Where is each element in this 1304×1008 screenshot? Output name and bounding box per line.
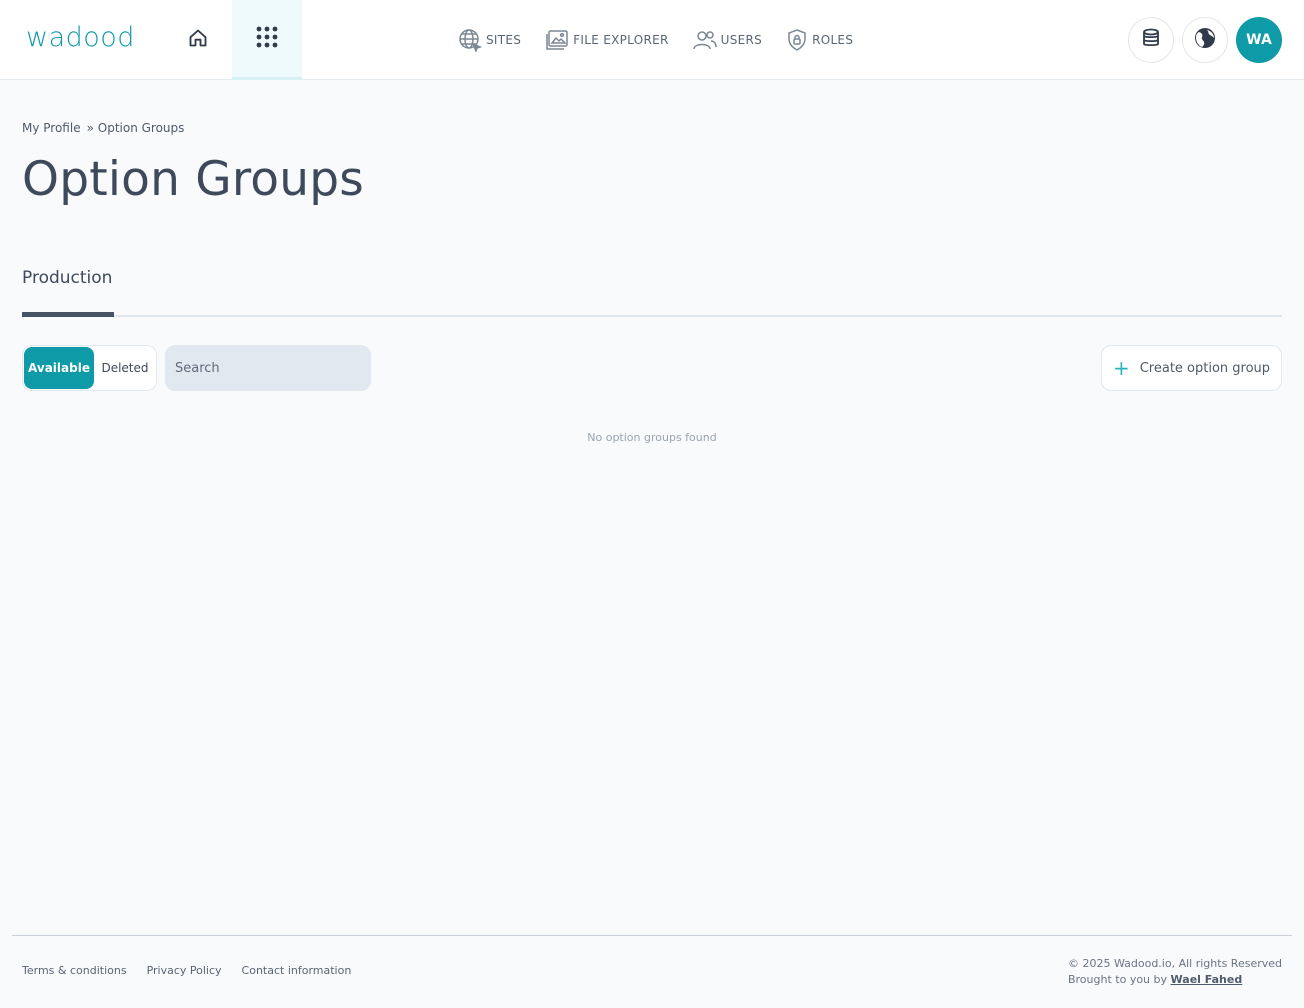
breadcrumb-option-groups[interactable]: » Option Groups	[87, 121, 185, 135]
apps-grid-button[interactable]	[232, 0, 302, 80]
home-icon	[188, 28, 208, 52]
database-button[interactable]	[1128, 17, 1174, 63]
nav-file-explorer[interactable]: FILE EXPLORER	[545, 29, 668, 51]
nav-users-label: USERS	[720, 33, 763, 47]
plus-icon: +	[1112, 356, 1130, 380]
tabs-bar: Production	[22, 264, 1282, 317]
breadcrumb: My Profile » Option Groups	[22, 121, 184, 135]
home-button[interactable]	[180, 22, 216, 58]
grid-dots-icon	[256, 26, 278, 52]
nav-file-explorer-label: FILE EXPLORER	[573, 33, 669, 47]
globe-icon	[458, 28, 482, 52]
footer-link-privacy[interactable]: Privacy Policy	[147, 964, 222, 977]
footer-link-contact[interactable]: Contact information	[242, 964, 352, 977]
footer-divider	[12, 935, 1292, 936]
users-icon	[692, 29, 717, 51]
nav-roles-label: ROLES	[812, 33, 854, 47]
footer-brought-by: Brought to you by Wael Fahed	[1068, 972, 1282, 988]
footer-links: Terms & conditions Privacy Policy Contac…	[22, 964, 351, 977]
shield-lock-icon	[786, 29, 808, 51]
status-toggle-group: Available Deleted	[22, 345, 157, 391]
language-button[interactable]	[1182, 17, 1228, 63]
breadcrumb-my-profile[interactable]: My Profile	[22, 121, 81, 135]
create-option-group-label: Create option group	[1139, 360, 1271, 376]
page-title: Option Groups	[22, 152, 364, 207]
wadood-logo[interactable]: wadood	[26, 22, 135, 53]
nav-roles[interactable]: ROLES	[786, 29, 853, 51]
footer-brought-prefix: Brought to you by	[1067, 973, 1168, 986]
available-toggle[interactable]: Available	[24, 347, 94, 389]
world-globe-icon	[1194, 27, 1216, 53]
footer-copyright: © 2025 Wadood.io, All rights Reserved	[1067, 957, 1282, 970]
deleted-toggle[interactable]: Deleted	[94, 346, 156, 390]
top-header: wadood SITES FILE EXPLORER USERS ROLES W…	[0, 0, 1304, 80]
nav-sites[interactable]: SITES	[458, 28, 521, 52]
empty-state-message: No option groups found	[587, 431, 717, 444]
user-avatar[interactable]: WA	[1236, 17, 1282, 63]
folder-image-icon	[545, 29, 569, 51]
main-nav: SITES FILE EXPLORER USERS ROLES	[458, 26, 853, 54]
footer-link-terms[interactable]: Terms & conditions	[22, 964, 127, 977]
footer-credits: © 2025 Wadood.io, All rights Reserved Br…	[1068, 956, 1282, 988]
database-icon	[1141, 28, 1161, 52]
tab-production[interactable]: Production	[22, 264, 114, 317]
nav-sites-label: SITES	[486, 33, 522, 47]
nav-users[interactable]: USERS	[692, 29, 763, 51]
footer-author-link[interactable]: Wael Fahed	[1171, 973, 1243, 986]
search-input[interactable]	[165, 345, 371, 391]
create-option-group-button[interactable]: + Create option group	[1101, 345, 1282, 391]
